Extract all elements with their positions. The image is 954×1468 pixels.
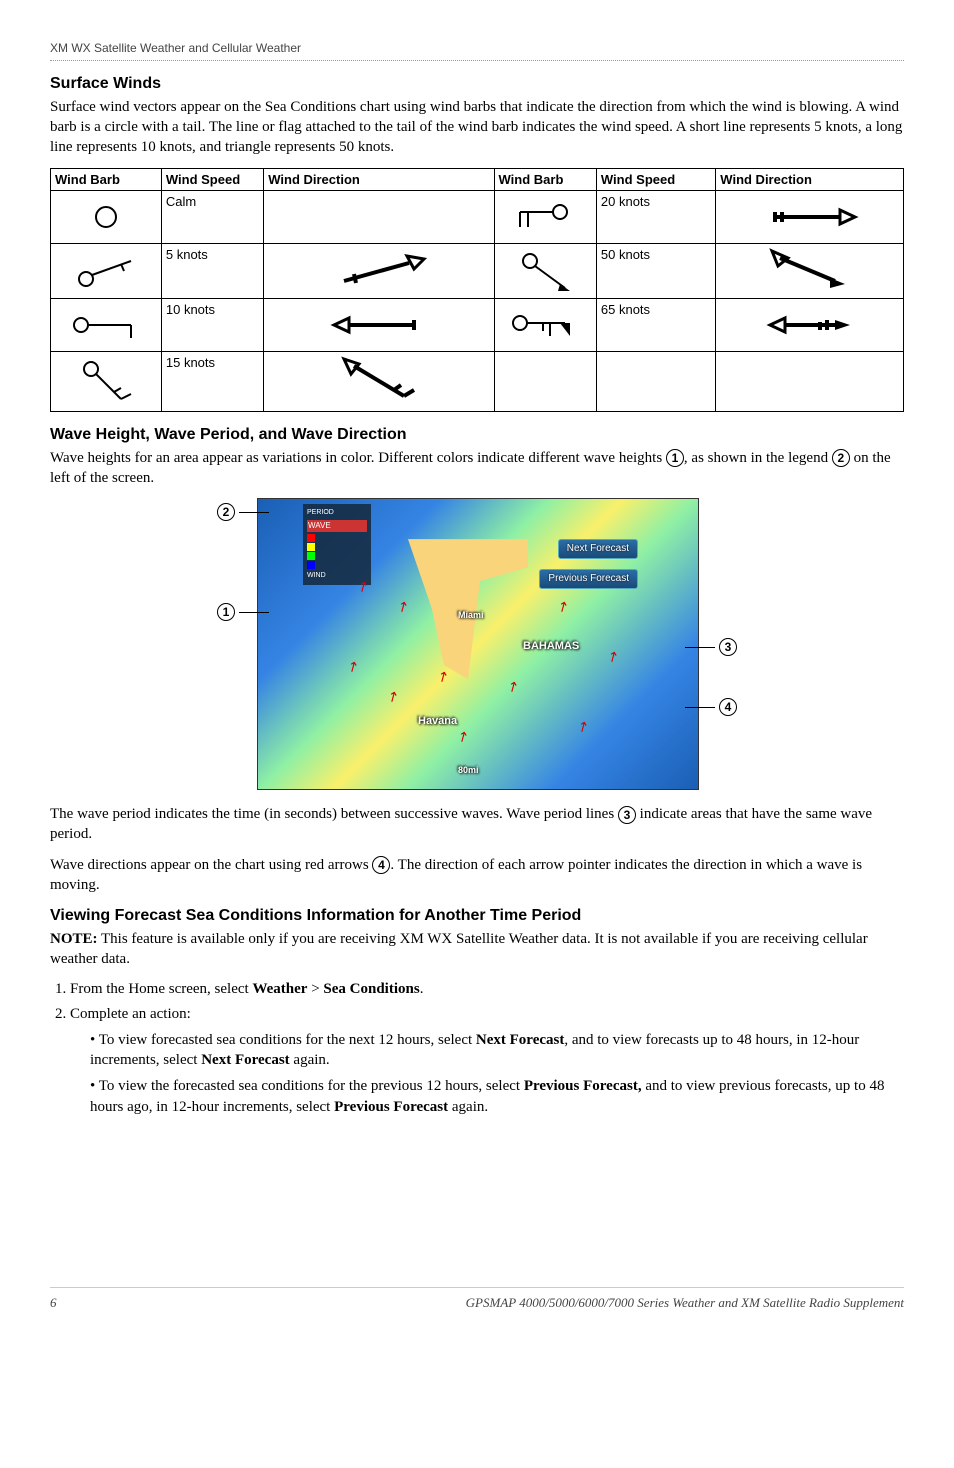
- wave-intro: Wave heights for an area appear as varia…: [50, 448, 904, 489]
- callout-1-marker-icon: 1: [217, 603, 235, 621]
- note-text: This feature is available only if you ar…: [50, 931, 868, 967]
- section-wave-title: Wave Height, Wave Period, and Wave Direc…: [50, 424, 904, 446]
- dir-10-icon: [264, 299, 494, 352]
- callout-3: 3: [685, 638, 737, 656]
- legend-wave: WAVE: [307, 520, 367, 533]
- s1-sep: >: [307, 981, 323, 997]
- speed-10: 10 knots: [161, 299, 263, 352]
- step-1: From the Home screen, select Weather > S…: [70, 979, 904, 999]
- b2-b1: Previous Forecast,: [524, 1078, 642, 1094]
- callout-2: 2: [217, 503, 269, 521]
- previous-forecast-button[interactable]: Previous Forecast: [539, 569, 638, 589]
- s1-pre: From the Home screen, select: [70, 981, 252, 997]
- th-speed-r: Wind Speed: [596, 168, 715, 191]
- wave-intro-pre: Wave heights for an area appear as varia…: [50, 450, 666, 466]
- section-forecast-title: Viewing Forecast Sea Conditions Informat…: [50, 905, 904, 927]
- callout-4-marker-icon: 4: [719, 698, 737, 716]
- wind-barb-table: Wind Barb Wind Speed Wind Direction Wind…: [50, 168, 904, 413]
- wave-intro-mid: , as shown in the legend: [684, 450, 832, 466]
- callout-4: 4: [685, 698, 737, 716]
- b2-pre: To view the forecasted sea conditions fo…: [99, 1078, 524, 1094]
- barb-5-icon: [51, 244, 162, 299]
- footer-title: GPSMAP 4000/5000/6000/7000 Series Weathe…: [466, 1294, 904, 1312]
- b1-pre: To view forecasted sea conditions for th…: [99, 1032, 476, 1048]
- dir-5-icon: [264, 244, 494, 299]
- dir-calm: [264, 191, 494, 244]
- note-label: NOTE:: [50, 931, 98, 947]
- sea-conditions-screenshot: PERIOD WAVE WIND Next Forecast Previous …: [217, 498, 737, 788]
- barb-20-icon: [494, 191, 596, 244]
- page-number: 6: [50, 1294, 57, 1312]
- section-surface-winds-title: Surface Winds: [50, 73, 904, 95]
- wave-period-text: The wave period indicates the time (in s…: [50, 804, 904, 845]
- empty-speed: [596, 352, 715, 412]
- s1-post: .: [420, 981, 424, 997]
- barb-15-icon: [51, 352, 162, 412]
- empty-dir: [716, 352, 904, 412]
- b1-b1: Next Forecast: [476, 1032, 564, 1048]
- speed-50: 50 knots: [596, 244, 715, 299]
- legend-period: PERIOD: [307, 508, 367, 517]
- callout-3-marker-icon: 3: [719, 638, 737, 656]
- dir-20-icon: [716, 191, 904, 244]
- th-barb-l: Wind Barb: [51, 168, 162, 191]
- s2-text: Complete an action:: [70, 1006, 191, 1022]
- speed-65: 65 knots: [596, 299, 715, 352]
- s1-b1: Weather: [252, 981, 307, 997]
- barb-10-icon: [51, 299, 162, 352]
- actions-list: To view forecasted sea conditions for th…: [70, 1030, 904, 1117]
- empty-barb: [494, 352, 596, 412]
- step-2: Complete an action: To view forecasted s…: [70, 1004, 904, 1117]
- b1-post: again.: [290, 1052, 330, 1068]
- steps-list: From the Home screen, select Weather > S…: [50, 979, 904, 1117]
- speed-20: 20 knots: [596, 191, 715, 244]
- map-image: PERIOD WAVE WIND Next Forecast Previous …: [257, 498, 699, 790]
- th-dir-l: Wind Direction: [264, 168, 494, 191]
- wd-pre: Wave directions appear on the chart usin…: [50, 857, 372, 873]
- label-miami: Miami: [458, 609, 484, 621]
- forecast-note: NOTE: This feature is available only if …: [50, 929, 904, 970]
- th-speed-l: Wind Speed: [161, 168, 263, 191]
- speed-calm: Calm: [161, 191, 263, 244]
- b1-b2: Next Forecast: [201, 1052, 289, 1068]
- label-bahamas: BAHAMAS: [523, 639, 579, 654]
- barb-calm-icon: [51, 191, 162, 244]
- label-scale: 80mi: [458, 764, 479, 776]
- callout-3-inline-icon: 3: [618, 806, 636, 824]
- barb-50-icon: [494, 244, 596, 299]
- speed-15: 15 knots: [161, 352, 263, 412]
- running-header: XM WX Satellite Weather and Cellular Wea…: [50, 40, 904, 61]
- map-legend: PERIOD WAVE WIND: [303, 504, 371, 585]
- surface-winds-intro: Surface wind vectors appear on the Sea C…: [50, 97, 904, 158]
- dir-15-icon: [264, 352, 494, 412]
- callout-4-inline-icon: 4: [372, 856, 390, 874]
- callout-2-marker-icon: 2: [217, 503, 235, 521]
- wave-direction-text: Wave directions appear on the chart usin…: [50, 855, 904, 896]
- dir-50-icon: [716, 244, 904, 299]
- next-forecast-button[interactable]: Next Forecast: [558, 539, 638, 559]
- th-barb-r: Wind Barb: [494, 168, 596, 191]
- callout-2-inline-icon: 2: [832, 449, 850, 467]
- action-next: To view forecasted sea conditions for th…: [90, 1030, 904, 1071]
- b2-b2: Previous Forecast: [334, 1099, 448, 1115]
- label-havana: Havana: [418, 714, 457, 729]
- action-prev: To view the forecasted sea conditions fo…: [90, 1076, 904, 1117]
- b2-post: again.: [448, 1099, 488, 1115]
- callout-1: 1: [217, 603, 269, 621]
- th-dir-r: Wind Direction: [716, 168, 904, 191]
- page-footer: 6 GPSMAP 4000/5000/6000/7000 Series Weat…: [50, 1287, 904, 1312]
- s1-b2: Sea Conditions: [323, 981, 419, 997]
- wp-pre: The wave period indicates the time (in s…: [50, 806, 618, 822]
- barb-65-icon: [494, 299, 596, 352]
- callout-1-inline-icon: 1: [666, 449, 684, 467]
- dir-65-icon: [716, 299, 904, 352]
- speed-5: 5 knots: [161, 244, 263, 299]
